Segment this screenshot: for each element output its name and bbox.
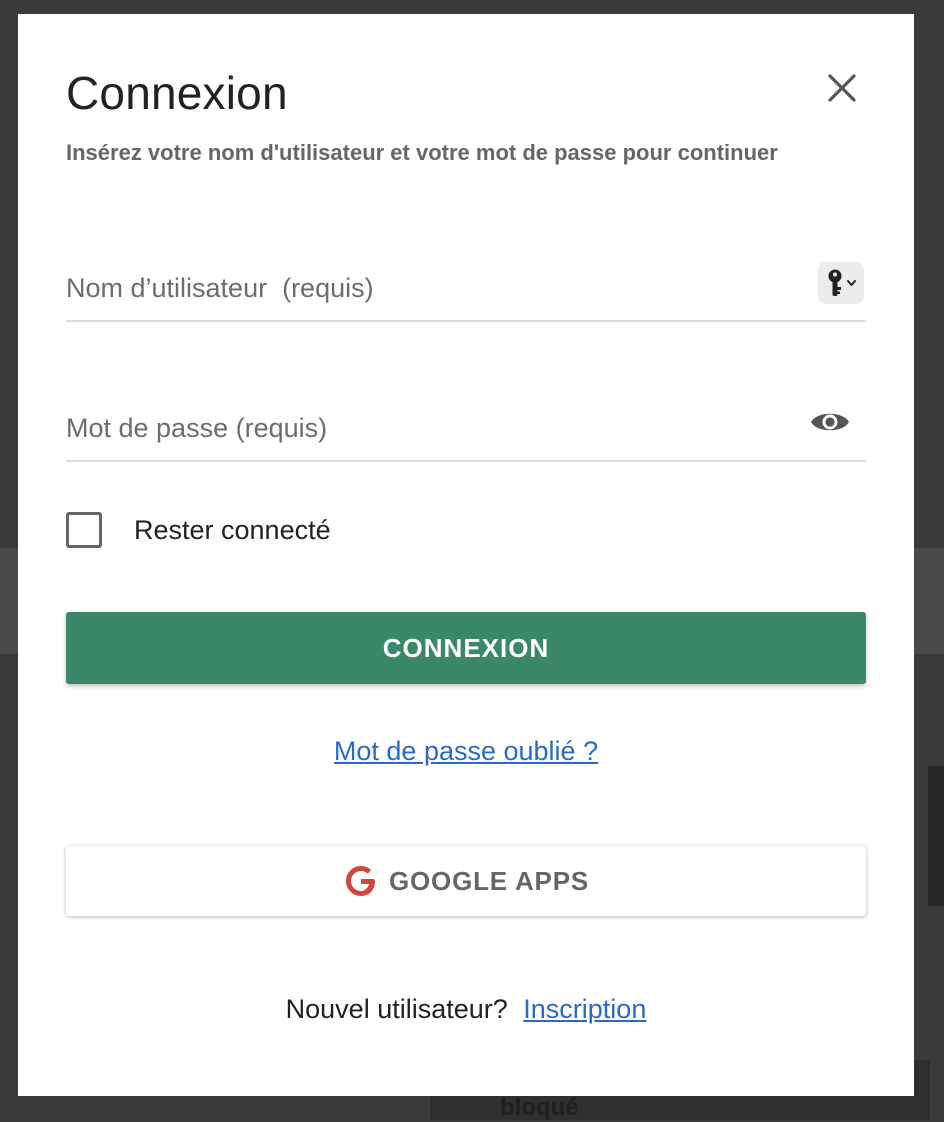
- google-g-icon: [346, 866, 375, 896]
- toggle-password-visibility-button[interactable]: [808, 402, 852, 442]
- key-icon: [828, 269, 856, 296]
- password-field-wrapper: [66, 388, 866, 462]
- username-input[interactable]: [66, 268, 786, 308]
- forgot-password-row: Mot de passe oublié ?: [18, 736, 914, 767]
- backdrop-text: bloqué: [500, 1094, 579, 1121]
- remember-me-row: Rester connecté: [66, 512, 466, 552]
- eye-icon: [811, 413, 849, 431]
- signup-row: Nouvel utilisateur? Inscription: [18, 994, 914, 1025]
- login-modal: Connexion Insérez votre nom d'utilisateu…: [18, 14, 914, 1096]
- google-apps-button[interactable]: GOOGLE APPS: [66, 846, 866, 916]
- login-button[interactable]: CONNEXION: [66, 612, 866, 684]
- new-user-prompt: Nouvel utilisateur?: [285, 994, 508, 1024]
- password-input[interactable]: [66, 408, 786, 448]
- remember-me-label[interactable]: Rester connecté: [134, 512, 331, 548]
- signup-link[interactable]: Inscription: [523, 994, 646, 1024]
- google-apps-label: GOOGLE APPS: [389, 865, 589, 896]
- backdrop-edge: [928, 766, 944, 906]
- username-field-wrapper: [66, 248, 866, 322]
- forgot-password-link[interactable]: Mot de passe oublié ?: [334, 736, 598, 766]
- close-icon: [828, 74, 856, 102]
- remember-me-checkbox[interactable]: [66, 512, 102, 548]
- password-manager-button[interactable]: [818, 262, 864, 304]
- close-button[interactable]: [818, 66, 866, 114]
- modal-title: Connexion: [66, 67, 288, 119]
- modal-subtitle: Insérez votre nom d'utilisateur et votre…: [66, 140, 778, 165]
